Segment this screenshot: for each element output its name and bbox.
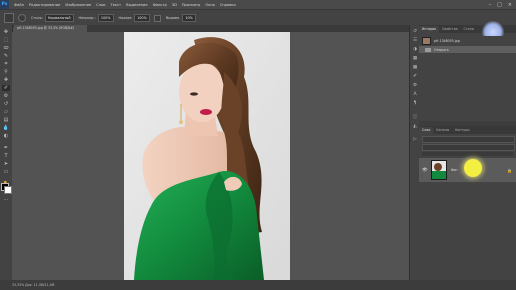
mouse-cursor-highlight (464, 159, 482, 177)
close-icon[interactable]: × (508, 2, 512, 8)
type-icon[interactable]: T (2, 153, 10, 159)
menu-select[interactable]: Выделение (126, 3, 147, 7)
align-label: Выравн. (165, 16, 181, 20)
visibility-eye-icon[interactable]: 👁 (422, 168, 428, 173)
brush-icon[interactable]: ✐ (2, 85, 10, 91)
history-state-icon (425, 47, 431, 52)
pen-icon[interactable]: ✒ (2, 145, 10, 151)
menu-edit[interactable]: Редактирование (29, 3, 60, 7)
history-brush-icon[interactable]: ↺ (2, 101, 10, 107)
layer-filter-bar[interactable] (422, 136, 515, 143)
tab-channels[interactable]: Каналы (433, 127, 452, 134)
properties-panel-icon[interactable]: ☰ (412, 38, 418, 44)
tab-layers[interactable]: Слои (419, 127, 434, 134)
quick-select-icon[interactable]: ✎ (2, 53, 10, 59)
right-panels: История Свойства Стили рН-1348055.jpg От… (419, 21, 516, 280)
layers-panel-tabs: Слои Каналы Контуры (419, 126, 516, 134)
window-controls: – □ × (489, 0, 512, 9)
gradient-icon[interactable]: ▤ (2, 117, 10, 123)
status-bar: 33,33% Док: 11,4M/11,4M (0, 280, 516, 290)
paragraph-panel-icon[interactable]: ¶ (412, 101, 418, 107)
dodge-icon[interactable]: ◐ (2, 133, 10, 139)
menu-file[interactable]: Файл (14, 3, 24, 7)
crop-icon[interactable]: ⌗ (2, 61, 10, 67)
color-panel-icon[interactable]: ▦ (412, 56, 418, 62)
menu-layers[interactable]: Слои (96, 3, 105, 7)
tab-paths[interactable]: Контуры (452, 127, 473, 134)
history-item-row[interactable]: Открыть (419, 46, 516, 53)
tab-properties[interactable]: Свойства (439, 26, 461, 33)
opacity-label: Непрозр.: (78, 16, 96, 20)
healing-icon[interactable]: ✚ (2, 77, 10, 83)
document-tab[interactable]: рН-1348055.jpg @ 33,3% (RGB/8#) (14, 25, 88, 32)
shape-icon[interactable]: ▭ (2, 169, 10, 175)
photoshop-logo: Ps (0, 0, 9, 9)
character-panel-icon[interactable]: A (412, 92, 418, 98)
document-canvas[interactable] (124, 32, 290, 280)
sample-field[interactable]: 10% (182, 14, 196, 22)
eyedropper-icon[interactable]: ⚲ (2, 69, 10, 75)
photo-woman-green-dress (124, 32, 290, 280)
airbrush-icon[interactable] (153, 14, 161, 22)
menu-filter[interactable]: Фильтр (153, 3, 167, 7)
more-tools-icon[interactable]: ⋯ (2, 197, 10, 203)
menu-help[interactable]: Справка (220, 3, 236, 7)
path-select-icon[interactable]: ➤ (2, 161, 10, 167)
menu-bar: Ps Файл Редактирование Изображение Слои … (0, 0, 516, 9)
clone-source-icon[interactable]: ⚙ (412, 83, 418, 89)
layer-name: Фон (450, 168, 458, 172)
navigator-panel-icon[interactable]: ◭ (412, 124, 418, 130)
menu-3d[interactable]: 3D (172, 3, 177, 7)
eraser-icon[interactable]: ▱ (2, 109, 10, 115)
tab-styles[interactable]: Стили (461, 26, 477, 33)
menu-view[interactable]: Просмотр (182, 3, 200, 7)
menu-window[interactable]: Окно (205, 3, 215, 7)
info-panel-icon[interactable]: ⓘ (412, 115, 418, 121)
history-snapshot-row[interactable]: рН-1348055.jpg (419, 36, 516, 45)
lock-bar[interactable] (422, 152, 513, 156)
lock-icon: 🔒 (507, 167, 512, 173)
lasso-icon[interactable]: ꝏ (2, 45, 10, 51)
blur-icon[interactable]: 💧 (2, 125, 10, 131)
style-label: Стиль: (31, 16, 43, 20)
history-item-label: Открыть (434, 47, 449, 52)
layer-thumbnail (430, 160, 447, 180)
brush-panel-icon[interactable]: ✐ (412, 74, 418, 80)
tab-history[interactable]: История (419, 26, 439, 33)
opacity-field[interactable]: 100% (97, 14, 114, 22)
brush-preset-icon[interactable] (18, 14, 26, 22)
actions-panel-icon[interactable]: ▷ (412, 137, 418, 143)
swatches-panel-icon[interactable]: ▩ (412, 65, 418, 71)
history-panel-icon[interactable]: ↺ (412, 29, 418, 35)
history-snapshot-name: рН-1348055.jpg (434, 38, 460, 43)
stamp-icon[interactable]: ⚙ (2, 93, 10, 99)
snapshot-thumbnail (422, 36, 431, 45)
adjustments-panel-icon[interactable]: ◑ (412, 47, 418, 53)
pressure-label: Нажим: (118, 16, 133, 20)
minimize-icon[interactable]: – (489, 2, 492, 8)
background-color-swatch[interactable] (4, 186, 12, 194)
marquee-icon[interactable]: ⬚ (2, 37, 10, 43)
style-select[interactable]: Нормальный (44, 14, 74, 22)
maximize-icon[interactable]: □ (497, 2, 502, 8)
tool-preset-icon[interactable] (4, 13, 14, 23)
blend-mode-bar[interactable] (422, 144, 515, 151)
menu-type[interactable]: Текст (111, 3, 122, 7)
pressure-field[interactable]: 100% (134, 14, 150, 22)
menu-image[interactable]: Изображение (65, 3, 91, 7)
move-icon[interactable]: ✥ (2, 29, 10, 35)
